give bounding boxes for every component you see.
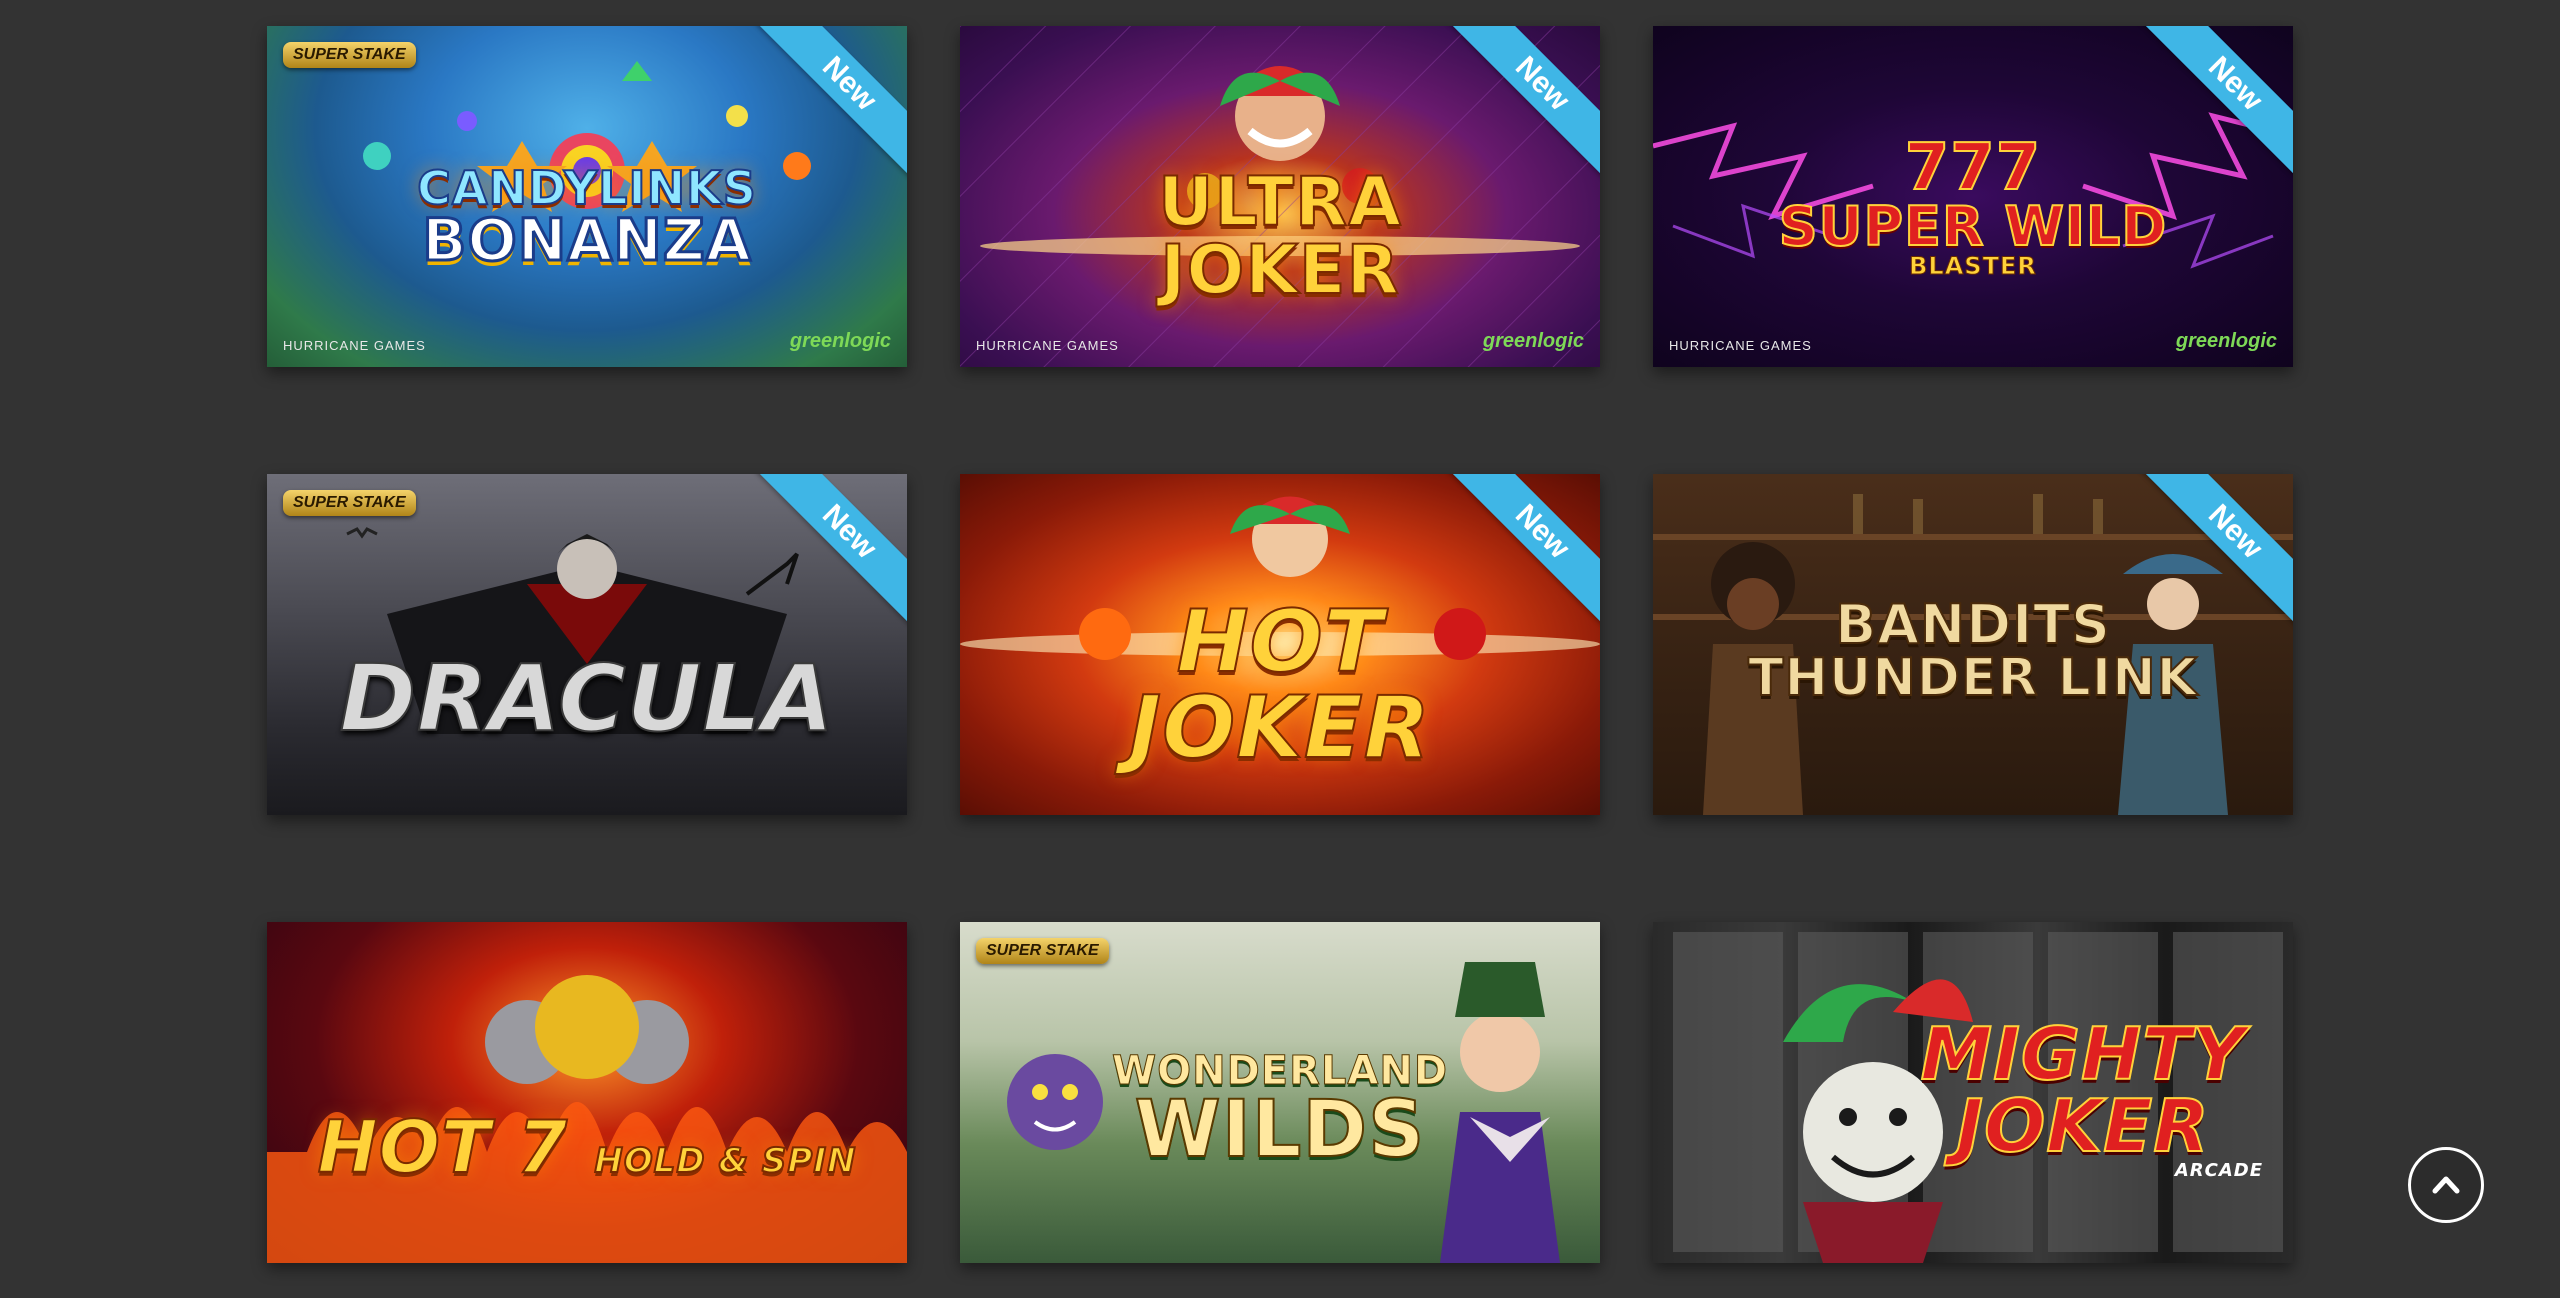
new-badge: New	[1430, 474, 1600, 644]
game-title: MIGHTY JOKER ARCADE	[1919, 1012, 2263, 1182]
game-tile-mighty-joker-arcade[interactable]: MIGHTY JOKER ARCADE	[1653, 922, 2293, 1263]
game-tile-bandits-thunder-link[interactable]: BANDITS THUNDER LINK New	[1653, 474, 2293, 815]
hurricane-games-logo: HURRICANE GAMES	[283, 338, 426, 353]
hurricane-games-logo: HURRICANE GAMES	[976, 338, 1119, 353]
games-grid: CANDYLINKS BONANZA SUPER STAKE HURRICANE…	[267, 26, 2294, 1263]
greenlogic-logo: greenlogic	[2175, 330, 2277, 352]
game-tile-dracula[interactable]: DRACULA SUPER STAKE New	[267, 474, 907, 815]
scroll-to-top-button[interactable]	[2408, 1147, 2484, 1223]
new-badge: New	[2123, 26, 2293, 196]
new-badge: New	[737, 474, 907, 644]
game-tile-super-wild-blaster[interactable]: 777 SUPER WILD BLASTER HURRICANE GAMES g…	[1653, 26, 2293, 367]
game-tile-hot-joker[interactable]: HOT JOKER New	[960, 474, 1600, 815]
game-title: HOT 7 HOLD & SPIN	[317, 1105, 857, 1190]
game-tile-candylinks-bonanza[interactable]: CANDYLINKS BONANZA SUPER STAKE HURRICANE…	[267, 26, 907, 367]
game-title: WONDERLAND WILDS	[1111, 1047, 1449, 1175]
greenlogic-logo: greenlogic	[1482, 330, 1584, 352]
new-badge: New	[1430, 26, 1600, 196]
new-badge: New	[2123, 474, 2293, 644]
new-badge: New	[737, 26, 907, 196]
hurricane-games-logo: HURRICANE GAMES	[1669, 338, 1812, 353]
game-title: DRACULA	[339, 645, 835, 753]
flames-decor	[267, 975, 907, 1263]
game-tile-hot-7-hold-and-spin[interactable]: HOT 7 HOLD & SPIN	[267, 922, 907, 1263]
super-stake-logo: SUPER STAKE	[283, 42, 416, 68]
super-stake-logo: SUPER STAKE	[283, 490, 416, 516]
greenlogic-logo: greenlogic	[789, 330, 891, 352]
game-tile-ultra-joker[interactable]: ULTRA JOKER HURRICANE GAMES greenlogic N…	[960, 26, 1600, 367]
chevron-up-icon	[2432, 1176, 2460, 1194]
game-tile-wonderland-wilds[interactable]: WONDERLAND WILDS SUPER STAKE	[960, 922, 1600, 1263]
super-stake-logo: SUPER STAKE	[976, 938, 1109, 964]
